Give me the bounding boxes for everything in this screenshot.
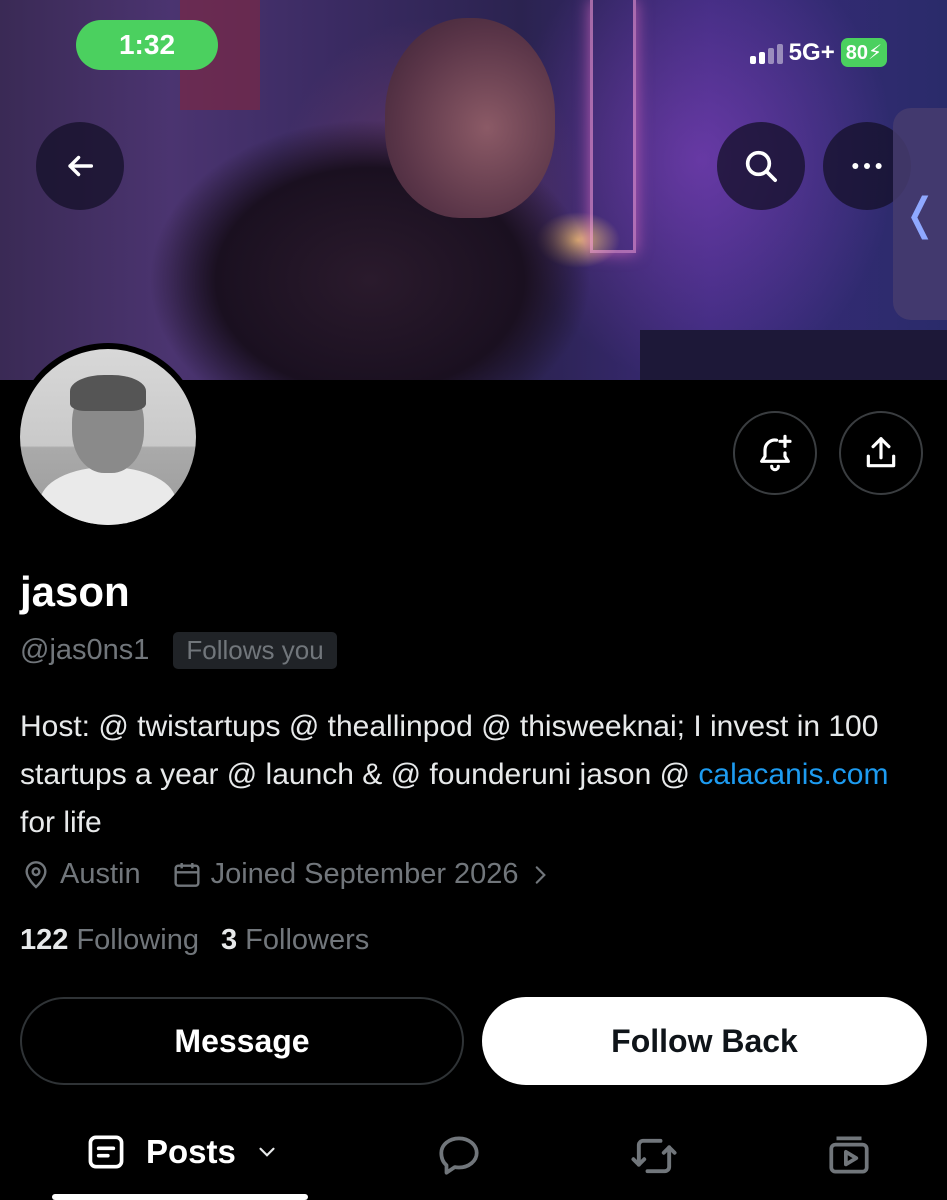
profile-tabs: Posts [0,1120,947,1200]
bio-link[interactable]: calacanis.com [698,758,888,791]
signal-icon [749,42,783,64]
profile-name: jason [20,568,130,615]
following-link[interactable]: 122 Following [20,924,199,957]
banner-head [385,18,555,218]
calendar-icon [174,862,200,887]
status-time: 1:32 [76,20,218,70]
tab-media[interactable] [824,1130,874,1185]
avatar-suit [40,467,176,525]
active-tab-indicator [52,1194,308,1200]
search-icon [745,150,777,183]
media-icon [829,1136,869,1174]
followers-link[interactable]: 3 Followers [221,924,369,957]
bio-end: for life [20,806,102,839]
banner-floor [640,330,947,380]
avatar[interactable] [14,343,202,531]
arrow-left-icon [68,155,94,177]
share-icon [866,437,896,468]
more-horizontal-icon [852,163,882,169]
tab-replies[interactable] [434,1130,484,1185]
network-label: 5G+ [788,38,835,66]
tab-reposts[interactable] [628,1130,680,1187]
follow-back-button[interactable]: Follow Back [482,997,927,1085]
side-panel-tab[interactable]: ❬ [893,108,947,320]
follow-stats: 122 Following 3 Followers [20,924,369,957]
banner-neon [590,0,636,253]
bell-plus-icon [760,434,792,472]
chevron-left-icon: ❬ [901,189,939,239]
following-label: Following [76,924,199,956]
battery-level: 80 [845,42,868,64]
location-text: Austin [60,858,141,890]
followers-count: 3 [220,924,238,956]
back-button[interactable] [36,122,124,210]
search-button[interactable] [717,122,805,210]
profile-bio: Host: @ twistartups @ theallinpod @ this… [20,703,930,847]
notifications-button[interactable] [733,411,817,495]
status-indicators: 5G+ 80⚡ [749,38,887,67]
profile-handle: @jas0ns1 [20,634,150,666]
repost-icon [631,1138,677,1174]
tab-posts-label: Posts [146,1133,236,1170]
handle-row: @jas0ns1 Follows you [20,632,337,669]
reply-icon [439,1136,479,1175]
profile-meta: Austin Joined September 2026 [20,858,583,891]
following-count: 122 [20,924,69,956]
share-button[interactable] [839,411,923,495]
message-button[interactable]: Message [20,997,464,1085]
chevron-down-icon [259,1147,275,1157]
posts-icon [88,1135,124,1169]
joined-date[interactable]: Joined September 2026 [171,858,553,891]
avatar-photo [20,349,196,525]
joined-text: Joined September 2026 [210,858,519,890]
battery-icon: 80⚡ [840,38,887,67]
follows-you-badge: Follows you [173,632,337,669]
followers-label: Followers [245,924,370,956]
tab-posts[interactable]: Posts [84,1130,280,1174]
location: Austin [20,858,141,891]
location-pin-icon [25,860,47,889]
avatar-hair [70,375,146,411]
chevron-right-icon [535,865,546,884]
